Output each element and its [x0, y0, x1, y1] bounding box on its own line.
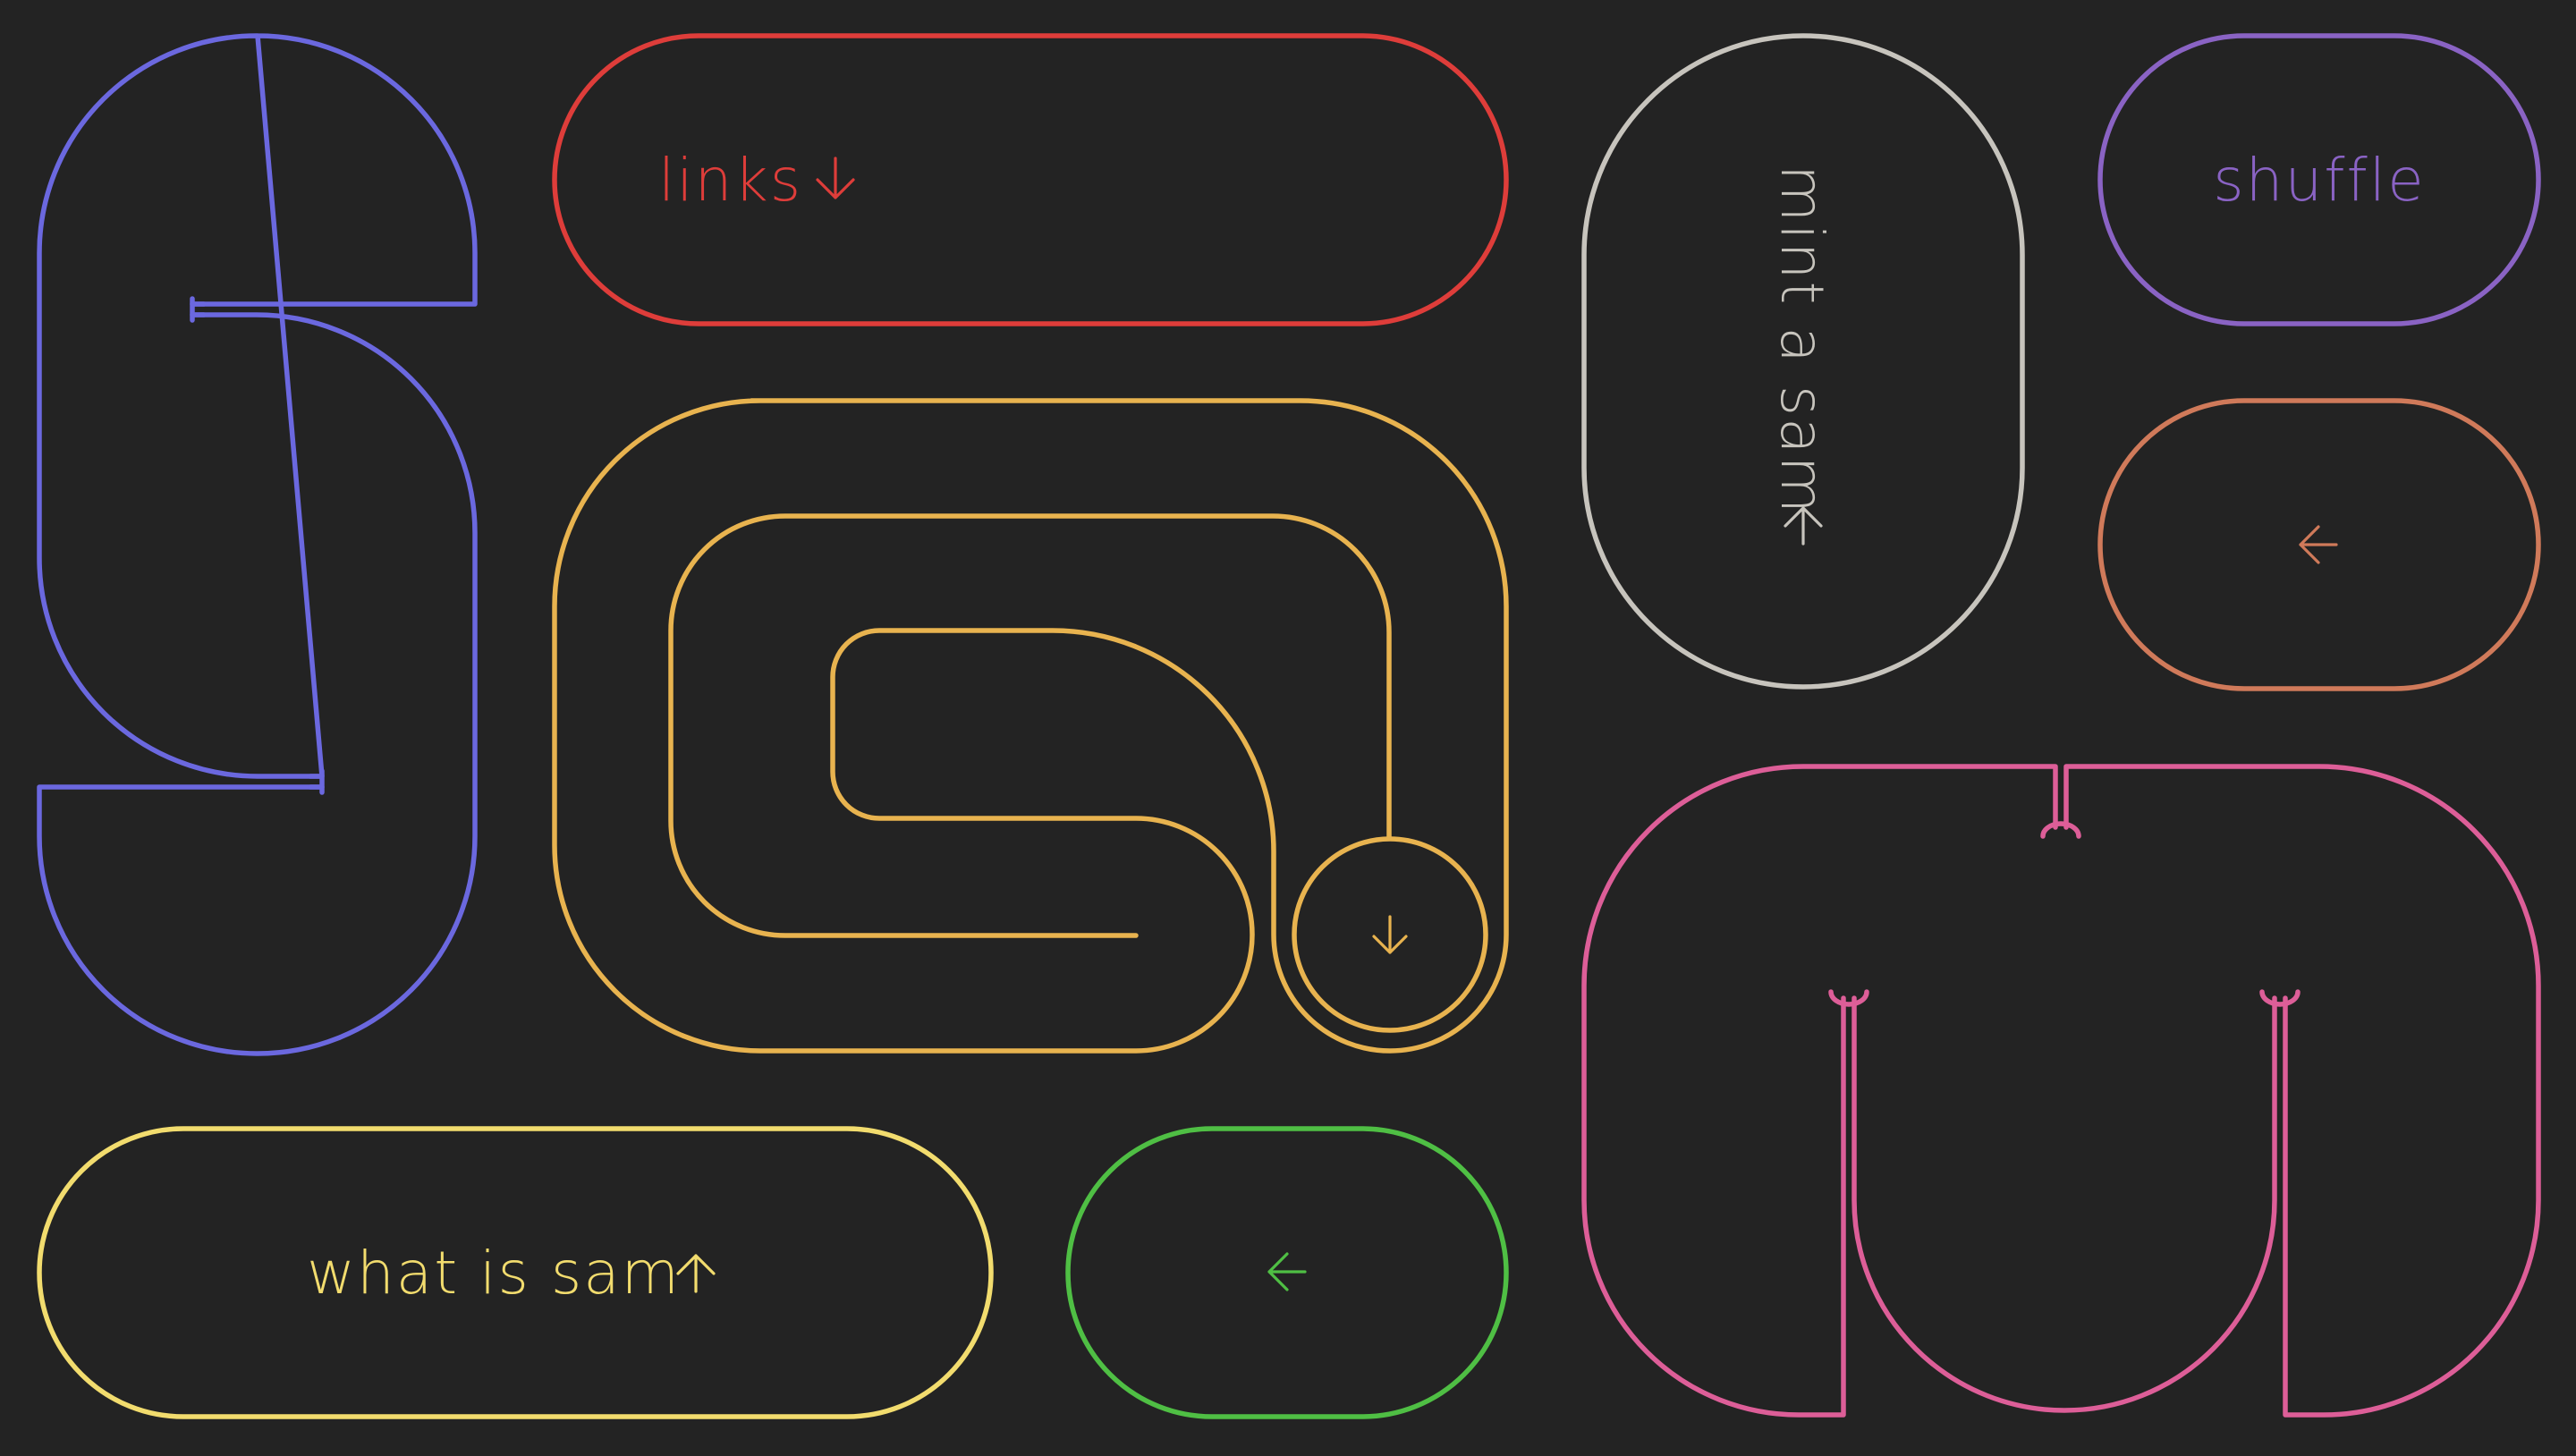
what-is-sam-button[interactable]: what is sam: [37, 1126, 994, 1419]
what-is-sam-button-label: what is sam: [307, 1239, 681, 1308]
scroll-down-button[interactable]: [1292, 836, 1488, 1033]
s-letter-outline: [37, 33, 478, 1056]
m-letter-notch-top: [2040, 821, 2081, 839]
s-letter-shape: [37, 33, 478, 1056]
a-letter-inner: [668, 513, 1392, 938]
mint-button[interactable]: mint a sam: [1581, 33, 2025, 690]
back-button-bottom[interactable]: [1065, 1126, 1509, 1419]
shuffle-button-label: shuffle: [2213, 146, 2425, 215]
links-button[interactable]: links: [552, 33, 1509, 326]
back-button-top[interactable]: [2097, 398, 2541, 691]
mint-button-label: mint a sam: [1767, 165, 1836, 515]
s-letter-notch-bottom: [308, 768, 325, 795]
sam-canvas: links mint a sam shuffle what is sam: [37, 33, 2541, 1419]
s-letter-notch-top: [190, 296, 207, 323]
m-letter-outline: [1581, 764, 2541, 1418]
shuffle-button[interactable]: shuffle: [2097, 33, 2541, 326]
m-letter-shape: [1581, 764, 2541, 1418]
links-button-label: links: [658, 146, 802, 215]
m-letter-notch-left: [1828, 989, 1869, 1007]
m-letter-notch-right: [2259, 989, 2301, 1007]
